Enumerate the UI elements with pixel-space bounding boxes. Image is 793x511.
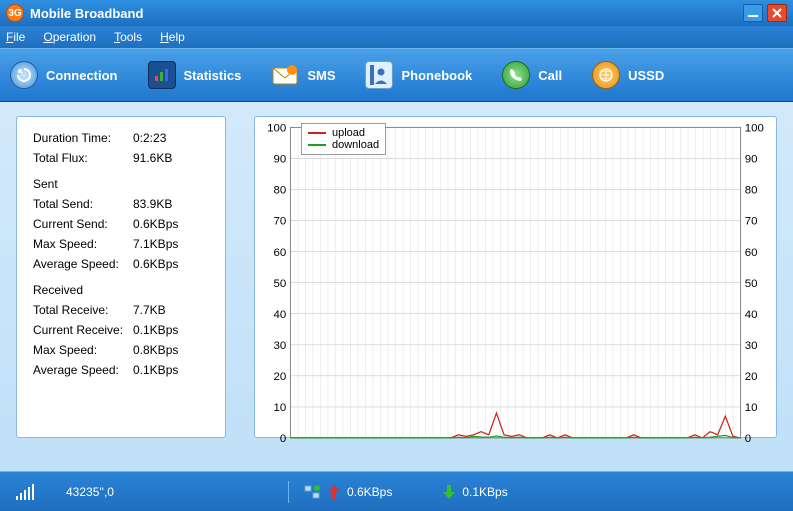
avg-speed-dn-value: 0.1KBps: [133, 363, 178, 377]
duration-value: 0:2:23: [133, 131, 166, 145]
separator: [288, 481, 289, 503]
svg-text:0: 0: [745, 433, 751, 445]
status-network: 43235'',0: [66, 485, 114, 499]
svg-text:30: 30: [745, 340, 758, 352]
svg-text:100: 100: [745, 123, 764, 135]
toolbar-ussd[interactable]: USSD: [592, 61, 664, 89]
svg-text:90: 90: [274, 154, 287, 166]
legend-download-swatch: [308, 144, 326, 146]
current-recv-value: 0.1KBps: [133, 323, 178, 337]
content-area: Duration Time:0:2:23 Total Flux:91.6KB S…: [0, 102, 793, 471]
max-speed-dn-label: Max Speed:: [33, 343, 133, 357]
svg-text:70: 70: [274, 216, 287, 228]
stats-panel: Duration Time:0:2:23 Total Flux:91.6KB S…: [16, 116, 226, 438]
svg-text:70: 70: [745, 216, 758, 228]
toolbar-phonebook[interactable]: Phonebook: [365, 61, 472, 89]
app-logo-icon: 3G: [6, 4, 24, 22]
toolbar-connection[interactable]: Connection: [10, 61, 118, 89]
svg-text:40: 40: [745, 309, 758, 321]
phonebook-icon: [365, 61, 393, 89]
svg-text:50: 50: [274, 278, 287, 290]
duration-label: Duration Time:: [33, 131, 133, 145]
sent-header: Sent: [33, 177, 209, 191]
legend-download-label: download: [332, 139, 379, 151]
call-icon: [502, 61, 530, 89]
menu-tools[interactable]: Tools: [114, 30, 142, 44]
toolbar-connection-label: Connection: [46, 68, 118, 83]
ussd-icon: [592, 61, 620, 89]
chart-legend: upload download: [301, 123, 386, 155]
toolbar-call-label: Call: [538, 68, 562, 83]
totalflux-label: Total Flux:: [33, 151, 133, 165]
max-speed-dn-value: 0.8KBps: [133, 343, 178, 357]
toolbar-call[interactable]: Call: [502, 61, 562, 89]
current-send-label: Current Send:: [33, 217, 133, 231]
traffic-chart: 0010102020303040405050606070708080909010…: [254, 116, 777, 438]
max-speed-up-value: 7.1KBps: [133, 237, 178, 251]
svg-text:20: 20: [745, 371, 758, 383]
statistics-icon: [148, 61, 176, 89]
close-icon: [771, 7, 783, 19]
toolbar-ussd-label: USSD: [628, 68, 664, 83]
menu-help[interactable]: Help: [160, 30, 185, 44]
svg-text:80: 80: [745, 185, 758, 197]
network-activity-icon: [303, 484, 321, 500]
toolbar-sms-label: SMS: [307, 68, 335, 83]
status-download-rate: 0.1KBps: [462, 485, 507, 499]
chart-wrapper: 0 0 10 10 20 20 30 30 40 40 50 50 60 60 70 70 80 80 90 90 10…: [254, 116, 777, 461]
svg-text:40: 40: [274, 309, 287, 321]
avg-speed-up-label: Average Speed:: [33, 257, 133, 271]
window-title: Mobile Broadband: [30, 6, 739, 21]
svg-text:80: 80: [274, 185, 287, 197]
minimize-button[interactable]: [743, 4, 763, 22]
svg-text:60: 60: [745, 247, 758, 259]
toolbar-sms[interactable]: SMS: [271, 61, 335, 89]
current-send-value: 0.6KBps: [133, 217, 178, 231]
svg-text:30: 30: [274, 340, 287, 352]
legend-upload-label: upload: [332, 127, 365, 139]
status-upload-rate: 0.6KBps: [347, 485, 392, 499]
menu-file[interactable]: File: [6, 30, 25, 44]
titlebar: 3G Mobile Broadband: [0, 0, 793, 26]
menu-operation[interactable]: Operation: [43, 30, 96, 44]
toolbar-phonebook-label: Phonebook: [401, 68, 472, 83]
menubar: File Operation Tools Help: [0, 26, 793, 48]
total-recv-label: Total Receive:: [33, 303, 133, 317]
svg-text:100: 100: [267, 123, 286, 135]
svg-text:90: 90: [745, 154, 758, 166]
signal-icon: [16, 484, 36, 500]
svg-text:10: 10: [274, 402, 287, 414]
totalflux-value: 91.6KB: [133, 151, 172, 165]
current-recv-label: Current Receive:: [33, 323, 133, 337]
svg-text:20: 20: [274, 371, 287, 383]
sms-icon: [271, 61, 299, 89]
close-button[interactable]: [767, 4, 787, 22]
total-send-value: 83.9KB: [133, 197, 172, 211]
avg-speed-up-value: 0.6KBps: [133, 257, 178, 271]
connection-icon: [10, 61, 38, 89]
svg-text:0: 0: [280, 433, 286, 445]
download-arrow-icon: [442, 484, 456, 500]
total-recv-value: 7.7KB: [133, 303, 166, 317]
statusbar: 43235'',0 0.6KBps 0.1KBps: [0, 471, 793, 511]
toolbar-statistics-label: Statistics: [184, 68, 242, 83]
minimize-icon: [747, 8, 759, 18]
received-header: Received: [33, 283, 209, 297]
legend-upload-swatch: [308, 132, 326, 134]
avg-speed-dn-label: Average Speed:: [33, 363, 133, 377]
svg-text:60: 60: [274, 247, 287, 259]
toolbar-statistics[interactable]: Statistics: [148, 61, 242, 89]
upload-arrow-icon: [327, 484, 341, 500]
toolbar: Connection Statistics SMS Phonebook Call…: [0, 48, 793, 102]
svg-text:50: 50: [745, 278, 758, 290]
chart-svg: 0 0 10 10 20 20 30 30 40 40 50 50 60 60 70 70 80 80 90 90 10…: [255, 117, 776, 453]
total-send-label: Total Send:: [33, 197, 133, 211]
max-speed-up-label: Max Speed:: [33, 237, 133, 251]
svg-text:10: 10: [745, 402, 758, 414]
